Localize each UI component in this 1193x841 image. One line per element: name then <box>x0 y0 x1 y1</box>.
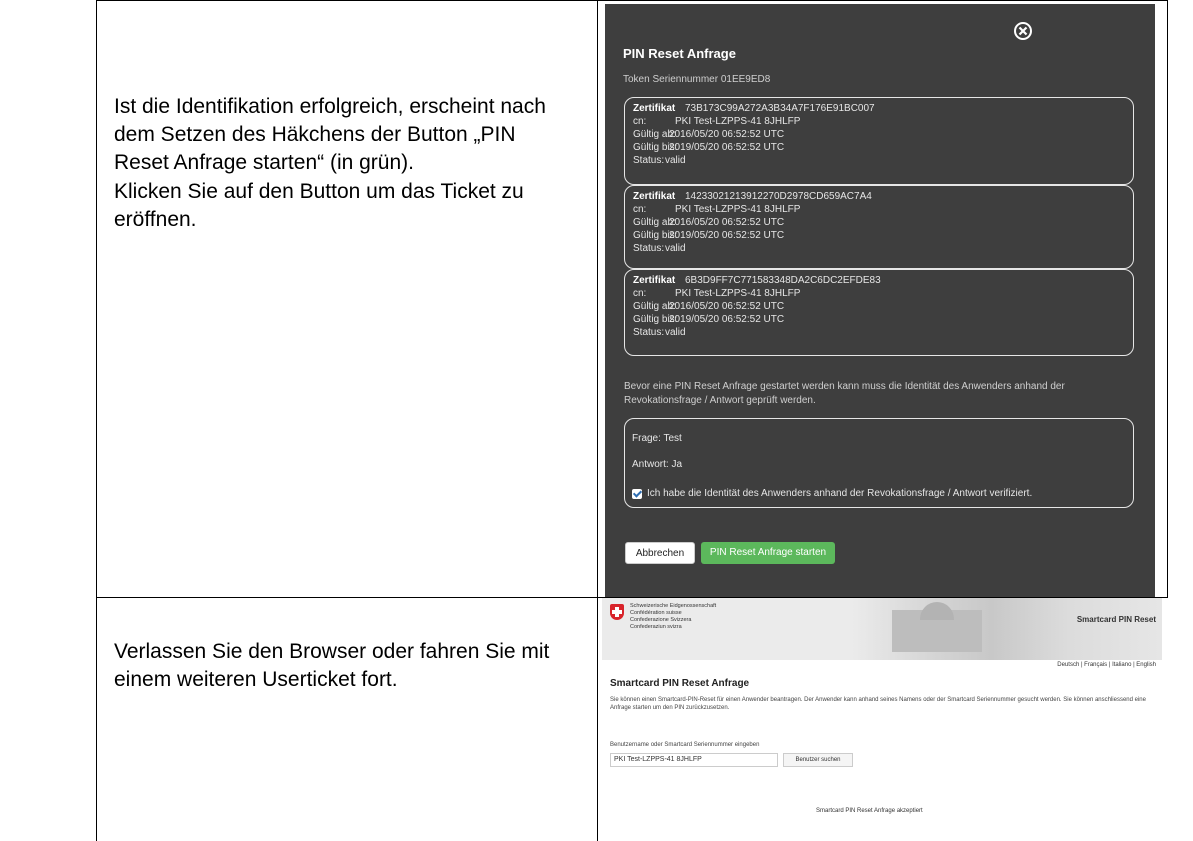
valid-to-value: 2019/05/20 06:52:52 UTC <box>669 230 785 241</box>
cn-label: cn: <box>633 204 647 215</box>
table-border-right <box>1167 0 1168 598</box>
confederation-fr: Confédération suisse <box>630 610 682 616</box>
valid-from-value: 2016/05/20 06:52:52 UTC <box>669 301 785 312</box>
page-title: Smartcard PIN Reset Anfrage <box>610 678 750 689</box>
certificate-label: Zertifikat <box>633 191 676 202</box>
cn-value: PKI Test-LZPPS-41 8JHLFP <box>675 288 801 299</box>
table-border-left <box>96 0 97 841</box>
cn-label: cn: <box>633 288 647 299</box>
cancel-button[interactable]: Abbrechen <box>625 542 695 564</box>
search-input[interactable]: PKI Test-LZPPS-41 8JHLFP <box>610 753 778 767</box>
certificate-label: Zertifikat <box>633 275 676 286</box>
start-pin-reset-button[interactable]: PIN Reset Anfrage starten <box>701 542 835 564</box>
status-value: valid <box>665 155 686 166</box>
revocation-question: Frage: Test <box>632 433 682 444</box>
instruction-text-3: Verlassen Sie den Browser oder fahren Si… <box>114 640 550 691</box>
modal-title: PIN Reset Anfrage <box>623 46 736 61</box>
certificate-serial: 6B3D9FF7C771583348DA2C6DC2EFDE83 <box>685 275 881 286</box>
instruction-text-2: Klicken Sie auf den Button um das Ticket… <box>114 180 524 231</box>
confederation-it: Confederazione Svizzera <box>630 617 692 623</box>
language-switcher[interactable]: Deutsch | Français | Italiano | English <box>1057 662 1156 668</box>
status-label: Status: <box>633 327 665 338</box>
status-value: valid <box>665 243 686 254</box>
certificate-card: Zertifikat 6B3D9FF7C771583348DA2C6DC2EFDE… <box>624 269 1134 356</box>
certificate-serial: 14233021213912270D2978CD659AC7A4 <box>685 191 872 202</box>
search-label: Benutzername oder Smartcard Seriennummer… <box>610 742 760 748</box>
close-icon[interactable] <box>1012 20 1034 42</box>
confederation-rm: Confederaziun svizra <box>630 624 682 630</box>
app-name: Smartcard PIN Reset <box>1076 615 1156 624</box>
search-user-button[interactable]: Benutzer suchen <box>783 753 853 767</box>
status-value: valid <box>665 327 686 338</box>
revocation-answer: Antwort: Ja <box>632 459 683 470</box>
header-banner: Schweizerische Eidgenossenschaft Confédé… <box>602 598 1162 660</box>
certificate-label: Zertifikat <box>633 103 676 114</box>
revocation-qa-box: Frage: Test Antwort: Ja Ich habe die Ide… <box>624 418 1134 508</box>
pin-reset-modal: PIN Reset Anfrage Token Seriennummer 01E… <box>605 4 1155 597</box>
status-label: Status: <box>633 155 665 166</box>
identity-verified-checkbox[interactable] <box>632 489 642 499</box>
page-description: Sie können einen Smartcard-PIN-Reset für… <box>610 697 1146 711</box>
instruction-text-1: Ist die Identifikation erfolgreich, ersc… <box>114 95 546 174</box>
identity-check-notice: Bevor eine PIN Reset Anfrage gestartet w… <box>624 381 1065 406</box>
smartcard-pin-reset-page: Schweizerische Eidgenossenschaft Confédé… <box>602 598 1162 841</box>
valid-from-value: 2016/05/20 06:52:52 UTC <box>669 129 785 140</box>
status-label: Status: <box>633 243 665 254</box>
certificate-card: Zertifikat 73B173C99A272A3B34A7F176E91BC0… <box>624 97 1134 185</box>
cn-value: PKI Test-LZPPS-41 8JHLFP <box>675 116 801 127</box>
certificate-card: Zertifikat 14233021213912270D2978CD659AC7… <box>624 185 1134 269</box>
table-border-top <box>96 0 1168 1</box>
confirmation-message: Smartcard PIN Reset Anfrage akzeptiert <box>816 808 923 814</box>
cn-value: PKI Test-LZPPS-41 8JHLFP <box>675 204 801 215</box>
certificate-serial: 73B173C99A272A3B34A7F176E91BC007 <box>685 103 875 114</box>
valid-to-value: 2019/05/20 06:52:52 UTC <box>669 142 785 153</box>
valid-from-value: 2016/05/20 06:52:52 UTC <box>669 217 785 228</box>
confederation-de: Schweizerische Eidgenossenschaft <box>630 603 717 609</box>
valid-to-value: 2019/05/20 06:52:52 UTC <box>669 314 785 325</box>
identity-verified-label[interactable]: Ich habe die Identität des Anwenders anh… <box>647 488 1032 499</box>
token-serial: Token Seriennummer 01EE9ED8 <box>623 74 771 85</box>
cn-label: cn: <box>633 116 647 127</box>
confederation-names: Schweizerische Eidgenossenschaft Confédé… <box>630 603 716 631</box>
swiss-flag-icon <box>610 604 624 620</box>
table-border-middle <box>597 0 598 841</box>
